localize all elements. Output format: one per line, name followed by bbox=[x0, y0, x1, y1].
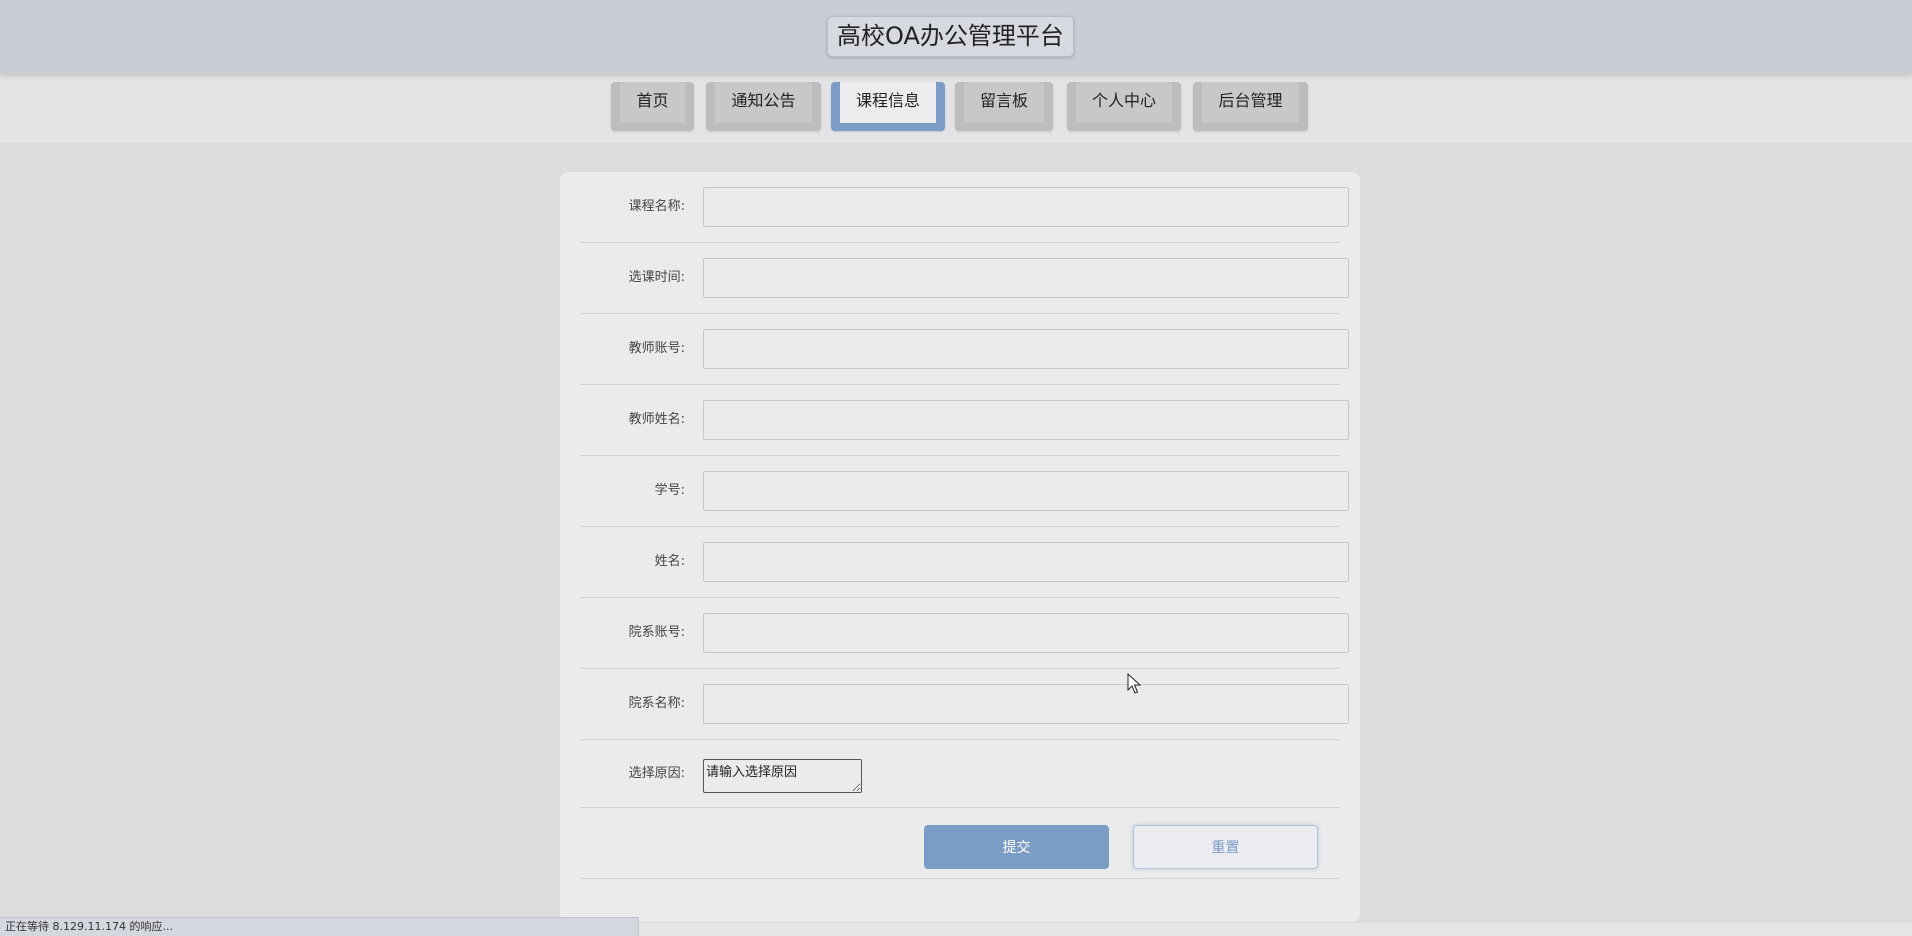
form-row-department-account: 院系账号: bbox=[580, 598, 1349, 669]
bottom-strip bbox=[639, 923, 1912, 936]
form-row-selection-time: 选课时间: bbox=[580, 243, 1349, 314]
nav-item-admin[interactable]: 后台管理 bbox=[1193, 82, 1308, 131]
field-label: 教师账号: bbox=[628, 341, 685, 356]
nav-item-message-board[interactable]: 留言板 bbox=[955, 82, 1053, 131]
form-row-reason: 选择原因: bbox=[580, 740, 1340, 808]
student-id-input[interactable] bbox=[703, 471, 1349, 511]
form-actions: 提交 重置 bbox=[580, 808, 1340, 879]
name-input[interactable] bbox=[703, 542, 1349, 582]
main-nav: 首页 通知公告 课程信息 留言板 个人中心 后台管理 bbox=[0, 73, 1912, 143]
nav-item-home[interactable]: 首页 bbox=[611, 82, 694, 131]
nav-item-course-info[interactable]: 课程信息 bbox=[831, 82, 945, 131]
course-name-input[interactable] bbox=[703, 187, 1349, 227]
field-label: 院系账号: bbox=[628, 625, 685, 640]
course-selection-form: 课程名称: 选课时间: 教师账号: 教师姓名: 学号: 姓名: 院系账号: 院系… bbox=[560, 172, 1360, 922]
nav-item-label: 后台管理 bbox=[1202, 82, 1299, 123]
reset-button[interactable]: 重置 bbox=[1133, 825, 1318, 869]
teacher-name-input[interactable] bbox=[703, 400, 1349, 440]
nav-item-label: 个人中心 bbox=[1076, 82, 1172, 123]
nav-item-label: 留言板 bbox=[964, 82, 1044, 123]
form-row-teacher-name: 教师姓名: bbox=[580, 385, 1349, 456]
mouse-cursor-icon bbox=[1127, 673, 1141, 694]
nav-item-label: 课程信息 bbox=[840, 82, 936, 123]
nav-item-personal-center[interactable]: 个人中心 bbox=[1067, 82, 1181, 131]
browser-status-bar: 正在等待 8.129.11.174 的响应... bbox=[0, 917, 639, 936]
site-title: 高校OA办公管理平台 bbox=[827, 16, 1074, 57]
form-row-course-name: 课程名称: bbox=[580, 172, 1349, 243]
field-label: 学号: bbox=[654, 483, 685, 498]
nav-item-label: 通知公告 bbox=[715, 82, 812, 123]
nav-item-label: 首页 bbox=[620, 82, 685, 123]
submit-button[interactable]: 提交 bbox=[924, 825, 1109, 869]
department-account-input[interactable] bbox=[703, 613, 1349, 653]
field-label: 姓名: bbox=[654, 554, 685, 569]
site-header: 高校OA办公管理平台 bbox=[0, 0, 1912, 73]
field-label: 选择原因: bbox=[628, 766, 685, 781]
form-row-department-name: 院系名称: bbox=[580, 669, 1349, 740]
reason-textarea[interactable] bbox=[703, 759, 862, 793]
field-label: 院系名称: bbox=[628, 696, 685, 711]
selection-time-input[interactable] bbox=[703, 258, 1349, 298]
form-row-student-id: 学号: bbox=[580, 456, 1349, 527]
field-label: 教师姓名: bbox=[628, 412, 685, 427]
field-label: 选课时间: bbox=[628, 270, 685, 285]
form-row-teacher-account: 教师账号: bbox=[580, 314, 1349, 385]
nav-item-notices[interactable]: 通知公告 bbox=[706, 82, 821, 131]
form-row-name: 姓名: bbox=[580, 527, 1349, 598]
teacher-account-input[interactable] bbox=[703, 329, 1349, 369]
field-label: 课程名称: bbox=[628, 199, 685, 214]
department-name-input[interactable] bbox=[703, 684, 1349, 724]
